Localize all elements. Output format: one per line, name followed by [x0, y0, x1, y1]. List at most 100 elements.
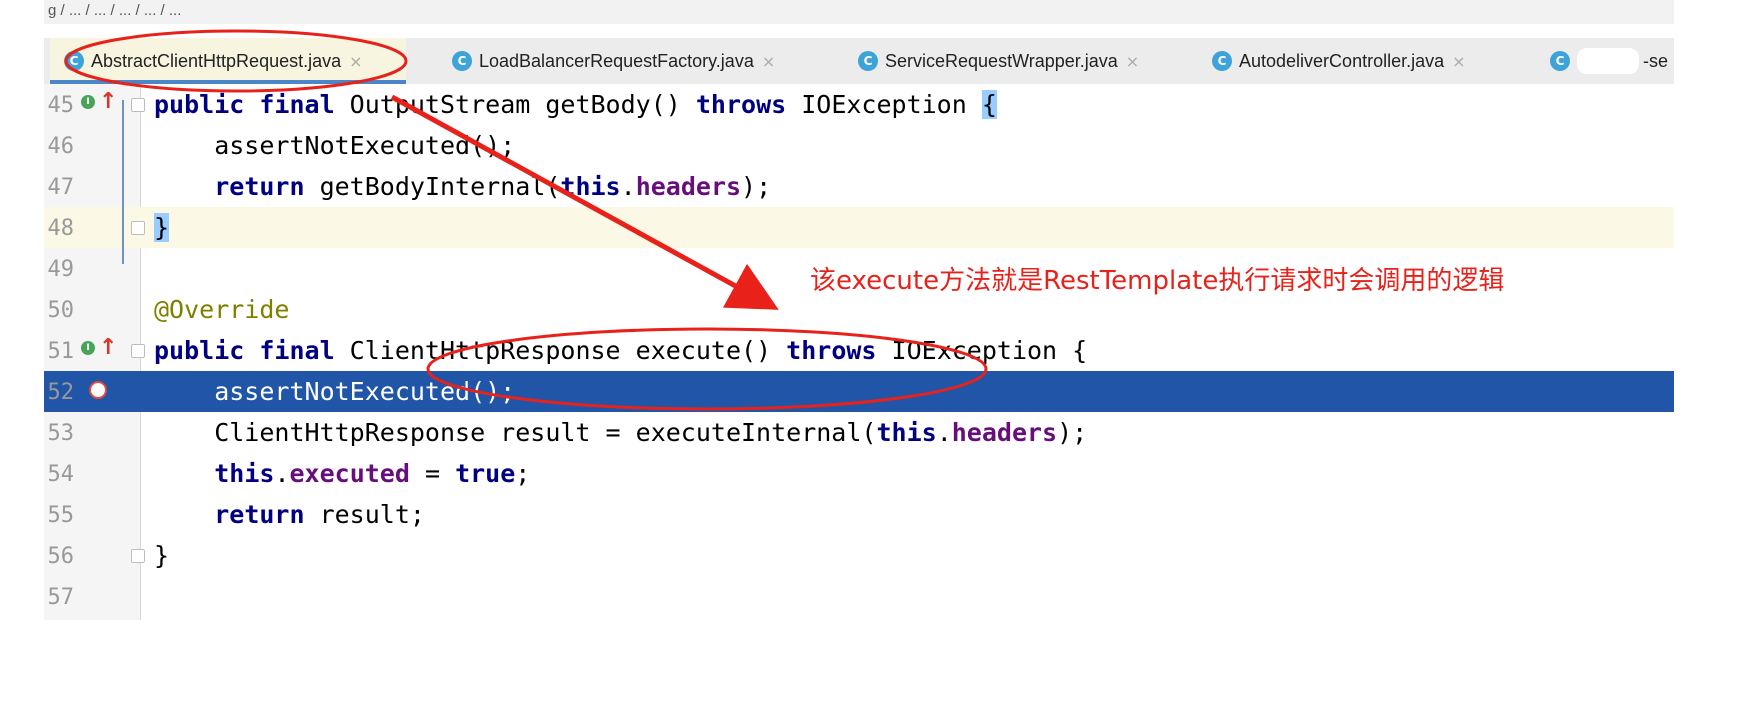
redaction-patch	[1577, 48, 1639, 74]
tab-autodeliver-controller[interactable]: C AutodeliverController.java ×	[1206, 38, 1466, 84]
code-field: executed	[289, 459, 410, 488]
implements-badge-icon[interactable]: I	[81, 341, 95, 355]
class-icon: C	[1550, 51, 1570, 71]
code-token: ;	[515, 459, 531, 488]
code-line-55[interactable]: 55 return result;	[44, 494, 1674, 535]
code-text: ClientHttpResponse result = executeInter…	[154, 418, 1087, 448]
code-text: }	[154, 541, 170, 570]
implements-badge-icon[interactable]: I	[81, 95, 95, 109]
code-text: return result;	[154, 500, 425, 530]
code-text: assertNotExecuted();	[154, 131, 516, 160]
line-number: 47	[47, 175, 75, 200]
line-number: 51	[47, 339, 75, 364]
tab-abstract-client-http-request[interactable]: C AbstractClientHttpRequest.java ×	[50, 38, 406, 84]
breakpoint-icon[interactable]	[89, 381, 107, 399]
code-keyword: throws	[786, 336, 877, 365]
code-keyword: return	[214, 172, 305, 201]
code-token: );	[1057, 418, 1088, 447]
class-icon: C	[64, 51, 84, 71]
code-text: this.executed = true;	[154, 459, 530, 489]
code-token: );	[741, 172, 772, 201]
fold-icon[interactable]	[131, 344, 145, 358]
line-number: 46	[47, 134, 75, 159]
annotation-text: 该execute方法就是RestTemplate执行请求时会调用的逻辑	[810, 266, 1505, 296]
breadcrumb: g / ... / ... / ... / ... / ...	[44, 0, 1674, 24]
line-number: 54	[47, 462, 75, 487]
code-line-56[interactable]: 56 }	[44, 535, 1674, 576]
code-text: public final OutputStream getBody() thro…	[154, 90, 997, 120]
screenshot: g / ... / ... / ... / ... / ... C Abstra…	[0, 0, 1746, 718]
code-line-53[interactable]: 53 ClientHttpResponse result = executeIn…	[44, 412, 1674, 453]
code-token: =	[409, 459, 456, 488]
line-number: 50	[47, 298, 75, 323]
code-token: getBodyInternal(	[304, 172, 561, 201]
matched-brace: {	[981, 90, 997, 119]
code-keyword: this	[876, 418, 937, 447]
line-number: 49	[47, 257, 75, 282]
code-text: return getBodyInternal(this.headers);	[154, 172, 771, 202]
breadcrumb-text: g / ... / ... / ... / ... / ...	[48, 2, 182, 19]
code-keyword: true	[455, 459, 516, 488]
editor-tabbar: C AbstractClientHttpRequest.java × C Loa…	[44, 38, 1674, 85]
close-icon[interactable]: ×	[1126, 52, 1139, 71]
tab-label: AbstractClientHttpRequest.java	[91, 50, 342, 71]
close-icon[interactable]: ×	[762, 52, 775, 71]
code-token: result;	[304, 500, 425, 529]
code-field: headers	[951, 418, 1058, 447]
code-line-51[interactable]: 51 I ↑ public final ClientHttpResponse e…	[44, 330, 1674, 371]
tab-load-balancer-request-factory[interactable]: C LoadBalancerRequestFactory.java ×	[446, 38, 775, 84]
code-keyword: this	[560, 172, 621, 201]
line-number: 56	[47, 544, 75, 569]
code-line-52-selected[interactable]: 52 assertNotExecuted();	[44, 371, 1674, 412]
code-token: ClientHttpResponse result = executeInter…	[154, 418, 877, 447]
line-number: 48	[47, 216, 75, 241]
fold-icon[interactable]	[131, 549, 145, 563]
code-token: IOException {	[876, 336, 1088, 365]
tab-label: AutodeliverController.java	[1239, 50, 1445, 71]
code-annotation: @Override	[154, 295, 290, 324]
code-line-47[interactable]: 47 return getBodyInternal(this.headers);	[44, 166, 1674, 207]
tab-label: LoadBalancerRequestFactory.java	[479, 50, 754, 71]
class-icon: C	[1212, 51, 1232, 71]
code-keyword: public final	[154, 336, 335, 365]
code-text: public final ClientHttpResponse execute(…	[154, 336, 1087, 366]
code-token: .	[274, 459, 290, 488]
code-line-45[interactable]: 45 I ↑ public final OutputStream getBody…	[44, 84, 1674, 125]
line-number: 45	[47, 93, 75, 118]
code-token: .	[620, 172, 636, 201]
code-field: headers	[635, 172, 742, 201]
code-line-46[interactable]: 46 assertNotExecuted();	[44, 125, 1674, 166]
code-keyword: public final	[154, 90, 335, 119]
fold-icon[interactable]	[131, 98, 145, 112]
code-line-54[interactable]: 54 this.executed = true;	[44, 453, 1674, 494]
line-number: 57	[47, 585, 75, 610]
tab-redacted[interactable]: C -se	[1544, 38, 1668, 84]
code-text: }	[154, 213, 170, 243]
line-number: 52	[47, 380, 75, 405]
change-marker	[122, 100, 124, 264]
code-line-48[interactable]: 48 }	[44, 207, 1674, 248]
code-line-57[interactable]: 57	[44, 576, 1674, 617]
override-arrow-icon[interactable]: ↑	[99, 335, 117, 361]
code-keyword: throws	[695, 90, 787, 119]
close-icon[interactable]: ×	[1452, 52, 1465, 71]
code-editor[interactable]: 45 I ↑ public final OutputStream getBody…	[44, 84, 1674, 620]
code-token: .	[936, 418, 952, 447]
code-token: IOException	[786, 90, 982, 119]
override-arrow-icon[interactable]: ↑	[99, 89, 117, 115]
class-icon: C	[452, 51, 472, 71]
code-token: OutputStream getBody()	[334, 90, 696, 119]
tab-service-request-wrapper[interactable]: C ServiceRequestWrapper.java ×	[852, 38, 1139, 84]
line-number: 55	[47, 503, 75, 528]
code-keyword: return	[214, 500, 305, 529]
tab-label: -se	[1643, 50, 1669, 71]
fold-icon[interactable]	[131, 221, 145, 235]
code-token: ClientHttpResponse execute()	[334, 336, 787, 365]
code-text: assertNotExecuted();	[154, 377, 516, 406]
code-keyword: this	[214, 459, 275, 488]
matched-brace: }	[154, 213, 170, 242]
close-icon[interactable]: ×	[349, 52, 362, 71]
